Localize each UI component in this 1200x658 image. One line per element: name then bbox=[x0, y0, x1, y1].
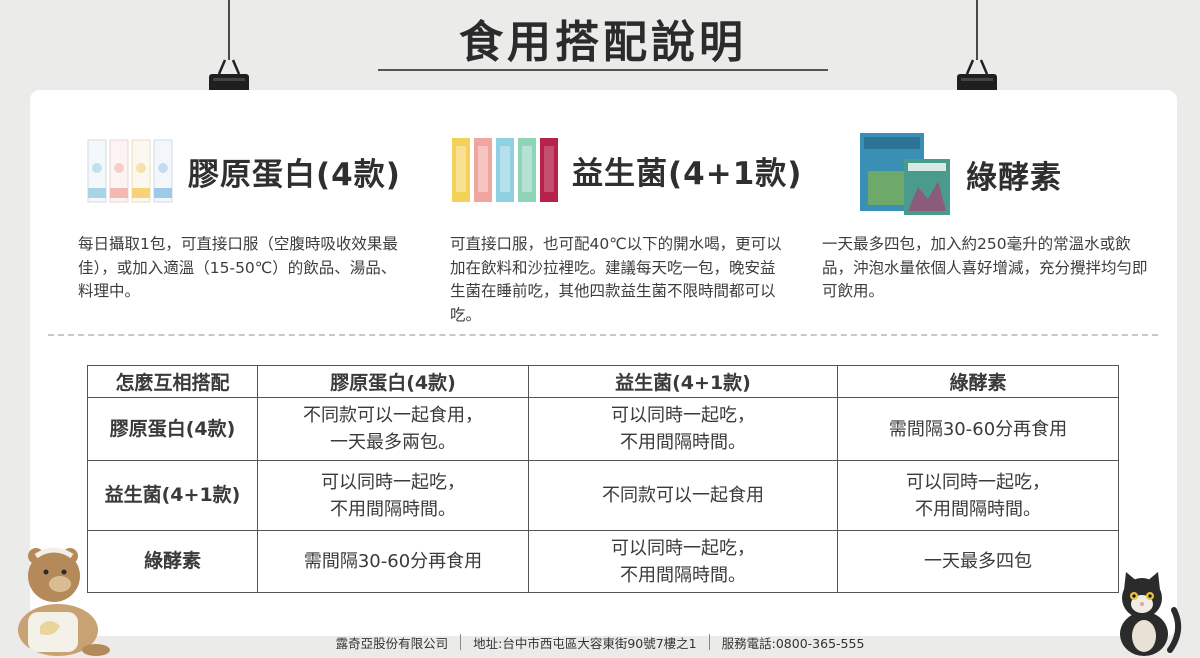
product-enzyme-header: 綠酵素 bbox=[858, 131, 1062, 217]
table-header-corner: 怎麼互相搭配 bbox=[87, 365, 258, 398]
footer: 露奇亞股份有限公司 地址:台中市西屯區大容東街90號7樓之1 服務電話:0800… bbox=[0, 626, 1200, 658]
table-cell: 一天最多四包 bbox=[837, 530, 1119, 593]
footer-company: 露奇亞股份有限公司 bbox=[335, 635, 449, 651]
table-cell: 可以同時一起吃， 不用間隔時間。 bbox=[528, 397, 838, 461]
probiotic-sticks-icon bbox=[452, 138, 558, 202]
page-title: 食用搭配說明 bbox=[459, 17, 747, 68]
product-desc-probiotic: 可直接口服，也可配40℃以下的開水喝，更可以加在飲料和沙拉裡吃。建議每天吃一包，… bbox=[450, 235, 782, 324]
table-cell: 可以同時一起吃， 不用間隔時間。 bbox=[528, 530, 838, 593]
pairing-table: 怎麼互相搭配 膠原蛋白(4款) 益生菌(4+1款) 綠酵素 膠原蛋白(4款) 不… bbox=[87, 365, 1119, 593]
product-probiotic-header: 益生菌(4+1款) bbox=[450, 136, 802, 204]
footer-phone: 服務電話:0800-365-555 bbox=[721, 635, 865, 651]
row-label: 綠酵素 bbox=[87, 530, 258, 593]
row-label: 膠原蛋白(4款) bbox=[87, 397, 258, 461]
dashed-divider bbox=[48, 334, 1158, 336]
product-desc-enzyme: 一天最多四包，加入約250毫升的常溫水或飲品，沖泡水量依個人喜好增減，充分攪拌均… bbox=[822, 235, 1148, 300]
table-cell: 需間隔30-60分再食用 bbox=[257, 530, 529, 593]
table-header-collagen: 膠原蛋白(4款) bbox=[257, 365, 529, 398]
table-row: 綠酵素 需間隔30-60分再食用 可以同時一起吃， 不用間隔時間。 一天最多四包 bbox=[87, 530, 1119, 593]
table-cell: 不同款可以一起食用 bbox=[528, 460, 838, 531]
enzyme-box-icon bbox=[860, 133, 950, 215]
row-label: 益生菌(4+1款) bbox=[87, 460, 258, 531]
product-name-collagen: 膠原蛋白(4款) bbox=[188, 156, 401, 193]
table-header-enzyme: 綠酵素 bbox=[837, 365, 1119, 398]
table-cell: 可以同時一起吃， 不用間隔時間。 bbox=[837, 460, 1119, 531]
table-cell: 需間隔30-60分再食用 bbox=[837, 397, 1119, 461]
hanging-string-right bbox=[976, 0, 978, 60]
table-row: 膠原蛋白(4款) 不同款可以一起食用， 一天最多兩包。 可以同時一起吃， 不用間隔時… bbox=[87, 397, 1119, 461]
table-header-probiotic: 益生菌(4+1款) bbox=[528, 365, 838, 398]
table-cell: 不同款可以一起食用， 一天最多兩包。 bbox=[257, 397, 529, 461]
product-name-enzyme: 綠酵素 bbox=[966, 159, 1062, 196]
collagen-sticks-icon bbox=[87, 139, 173, 203]
footer-address: 地址:台中市西屯區大容東街90號7樓之1 bbox=[473, 635, 697, 651]
table-row: 益生菌(4+1款) 可以同時一起吃， 不用間隔時間。 不同款可以一起食用 可以同時… bbox=[87, 460, 1119, 531]
hanging-string-left bbox=[228, 0, 230, 60]
product-collagen-header: 膠原蛋白(4款) bbox=[86, 138, 401, 204]
product-desc-collagen: 每日攝取1包，可直接口服（空腹時吸收效果最佳），或加入適溫（15-50℃）的飲品… bbox=[78, 235, 398, 300]
product-name-probiotic: 益生菌(4+1款) bbox=[572, 155, 803, 192]
table-cell: 可以同時一起吃， 不用間隔時間。 bbox=[257, 460, 529, 531]
title-underline bbox=[378, 69, 828, 71]
